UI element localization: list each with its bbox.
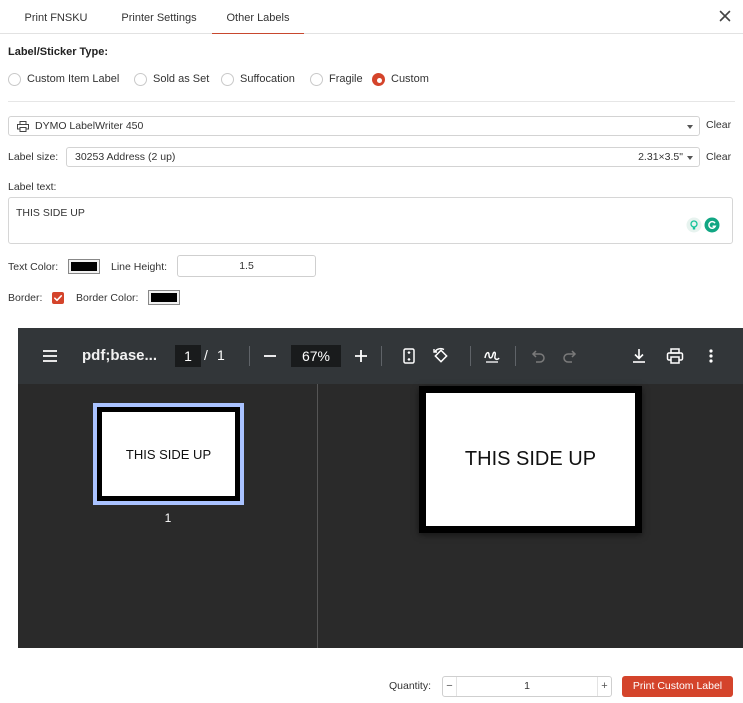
pdf-viewer: pdf;base... 1 / 1 67% THIS SIDE UP 1 THI… (18, 328, 743, 648)
text-color-label: Text Color: (8, 261, 59, 273)
radio-dot[interactable] (8, 72, 21, 86)
quantity-increment-button[interactable]: + (597, 677, 611, 696)
radio-dot[interactable] (221, 72, 234, 86)
color-fill (71, 262, 97, 271)
quantity-decrement-button[interactable]: − (443, 677, 457, 696)
undo-icon[interactable] (528, 346, 548, 366)
lightbulb-icon[interactable] (686, 217, 702, 236)
quantity-input[interactable]: 1 (457, 677, 597, 696)
border-label: Border: (8, 292, 43, 304)
radio-dot[interactable] (134, 72, 147, 86)
annotate-icon[interactable] (482, 346, 502, 366)
chevron-down-icon (687, 156, 693, 160)
document-title: pdf;base... (82, 347, 158, 364)
printer-value: DYMO LabelWriter 450 (35, 120, 144, 132)
toolbar-separator (381, 346, 382, 366)
thumbnail-page-number: 1 (164, 511, 172, 525)
tab-bar: Print FNSKU Printer Settings Other Label… (0, 0, 743, 34)
label-text-input[interactable]: THIS SIDE UP (8, 197, 733, 244)
page-separator: / (204, 347, 208, 363)
radio-label: Custom (391, 73, 429, 85)
quantity-label: Quantity: (389, 680, 432, 692)
label-text-label: Label text: (8, 181, 57, 193)
redo-icon[interactable] (560, 346, 580, 366)
close-icon[interactable] (716, 7, 734, 25)
radio-fragile[interactable]: Fragile (310, 70, 363, 88)
line-height-label: Line Height: (111, 261, 168, 273)
pdf-page: THIS SIDE UP (419, 386, 642, 533)
printer-select[interactable]: DYMO LabelWriter 450 (8, 116, 700, 136)
radio-dot[interactable] (372, 72, 385, 86)
quantity-stepper[interactable]: − 1 + (442, 676, 612, 697)
grammarly-icon[interactable] (704, 217, 720, 236)
text-color-swatch[interactable] (68, 259, 100, 274)
border-checkbox[interactable] (52, 292, 64, 304)
label-size-clear-button[interactable]: Clear (706, 151, 731, 163)
radio-label: Suffocation (240, 73, 295, 85)
border-color-swatch[interactable] (148, 290, 180, 305)
menu-icon[interactable] (40, 346, 60, 366)
divider (8, 101, 735, 102)
tab-printer-settings[interactable]: Printer Settings (110, 0, 208, 34)
printer-icon (17, 121, 29, 135)
download-icon[interactable] (629, 346, 649, 366)
page-label-text: THIS SIDE UP (426, 393, 635, 526)
color-fill (151, 293, 177, 302)
print-icon[interactable] (665, 346, 685, 366)
label-type-title: Label/Sticker Type: (8, 46, 109, 58)
tab-print-fnsku[interactable]: Print FNSKU (18, 0, 94, 34)
toolbar-separator (249, 346, 250, 366)
thumbnail-text: THIS SIDE UP (102, 412, 235, 496)
page-number-input[interactable]: 1 (175, 345, 201, 367)
print-custom-label-button[interactable]: Print Custom Label (622, 676, 733, 697)
extension-icons (686, 217, 720, 236)
zoom-in-icon[interactable] (351, 346, 371, 366)
fit-page-icon[interactable] (399, 346, 419, 366)
label-size-value: 30253 Address (2 up) (75, 151, 176, 163)
tab-other-labels[interactable]: Other Labels (212, 0, 304, 34)
radio-custom[interactable]: Custom (372, 70, 429, 88)
rotate-icon[interactable] (431, 346, 451, 366)
toolbar-separator (470, 346, 471, 366)
radio-sold-as-set[interactable]: Sold as Set (134, 70, 209, 88)
radio-label: Custom Item Label (27, 73, 120, 85)
radio-dot[interactable] (310, 72, 323, 86)
thumbnail-sidebar: THIS SIDE UP 1 (18, 384, 318, 648)
check-icon (54, 295, 63, 302)
radio-label: Fragile (329, 73, 363, 85)
radio-suffocation[interactable]: Suffocation (221, 70, 295, 88)
zoom-input[interactable]: 67% (291, 345, 341, 367)
printer-clear-button[interactable]: Clear (706, 119, 731, 131)
zoom-out-icon[interactable] (260, 346, 280, 366)
toolbar-separator (515, 346, 516, 366)
label-size-select[interactable]: 30253 Address (2 up) 2.31×3.5" (66, 147, 700, 167)
chevron-down-icon (687, 125, 693, 129)
line-height-input[interactable]: 1.5 (177, 255, 316, 277)
pdf-toolbar: pdf;base... 1 / 1 67% (18, 328, 743, 384)
label-size-label: Label size: (8, 151, 59, 163)
radio-label: Sold as Set (153, 73, 210, 85)
page-total: 1 (217, 347, 225, 363)
radio-custom-item-label[interactable]: Custom Item Label (8, 70, 119, 88)
label-text-value: THIS SIDE UP (16, 207, 85, 219)
label-size-dimensions: 2.31×3.5" (638, 151, 683, 163)
border-color-label: Border Color: (76, 292, 139, 304)
page-thumbnail[interactable]: THIS SIDE UP (93, 403, 244, 505)
more-options-icon[interactable] (701, 346, 721, 366)
